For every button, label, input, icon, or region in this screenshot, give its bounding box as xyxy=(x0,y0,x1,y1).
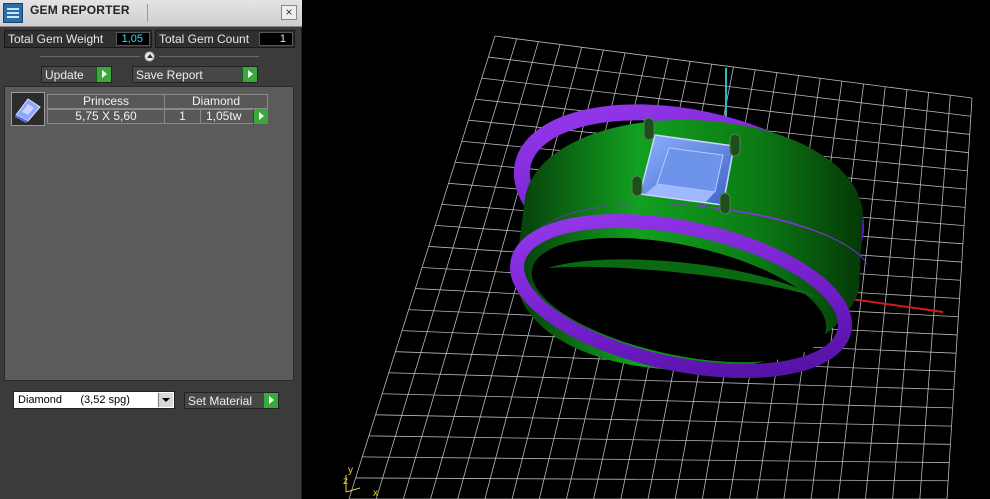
panel-titlebar: GEM REPORTER × xyxy=(0,0,302,27)
grid-line xyxy=(382,393,953,409)
grid-line xyxy=(865,89,908,499)
play-arrow-icon xyxy=(96,67,111,82)
grid-line xyxy=(368,435,951,445)
gizmo-x-label: x xyxy=(373,488,378,499)
set-material-button[interactable]: Set Material xyxy=(184,392,279,409)
gem-cut-cell: Princess xyxy=(47,94,165,109)
close-icon[interactable]: × xyxy=(281,5,297,20)
panel-title: GEM REPORTER xyxy=(30,3,130,17)
total-gem-weight-value: 1,05 xyxy=(116,32,150,46)
play-arrow-icon xyxy=(242,67,257,82)
gem-reporter-panel: GEM REPORTER × Total Gem Weight 1,05 Tot… xyxy=(0,0,302,499)
title-separator xyxy=(147,4,148,22)
viewport-canvas[interactable]: y z x xyxy=(303,0,990,499)
gem-material-cell: Diamond xyxy=(164,94,268,109)
gem-weight-value: 1,05tw xyxy=(206,109,242,123)
gem-weight-cell: 1,05tw xyxy=(200,109,268,124)
chevron-up-icon[interactable] xyxy=(144,51,155,62)
total-gem-count-label: Total Gem Count xyxy=(159,32,250,46)
play-arrow-icon[interactable] xyxy=(253,109,268,124)
prong xyxy=(719,192,731,215)
grid-line xyxy=(946,97,973,499)
play-arrow-icon xyxy=(263,393,278,408)
material-select-value: Diamond (3,52 spg) xyxy=(18,394,130,406)
gem-count-cell: 1 xyxy=(164,109,201,124)
prong xyxy=(631,175,643,197)
princess-gem-icon[interactable] xyxy=(11,92,45,126)
grid-line xyxy=(892,92,930,499)
gizmo-z-label: z xyxy=(343,476,348,487)
grid-line xyxy=(388,372,954,391)
gem-reporter-icon xyxy=(3,3,23,23)
prong xyxy=(729,133,741,157)
gem-list: Princess Diamond 5,75 X 5,60 1 1,05tw xyxy=(4,86,294,381)
save-report-button-label: Save Report xyxy=(136,68,203,82)
prong xyxy=(643,117,655,141)
update-button-label: Update xyxy=(45,68,84,82)
total-gem-count-box: Total Gem Count 1 xyxy=(155,30,295,48)
divider-left xyxy=(40,56,140,57)
material-select[interactable]: Diamond (3,52 spg) xyxy=(13,391,175,409)
3d-viewport[interactable]: y z x xyxy=(303,0,990,499)
total-gem-weight-box: Total Gem Weight 1,05 xyxy=(4,30,152,48)
grid-line xyxy=(919,95,951,499)
grid-line xyxy=(375,414,952,427)
gem-dimensions-cell: 5,75 X 5,60 xyxy=(47,109,165,124)
save-report-button[interactable]: Save Report xyxy=(132,66,258,83)
total-gem-count-value: 1 xyxy=(259,32,293,46)
axis-gizmo: y z x xyxy=(343,465,378,499)
divider-right xyxy=(159,56,259,57)
set-material-button-label: Set Material xyxy=(188,394,253,408)
chevron-down-icon[interactable] xyxy=(158,393,173,407)
gizmo-y-label: y xyxy=(348,465,353,476)
total-gem-weight-label: Total Gem Weight xyxy=(8,32,104,46)
update-button[interactable]: Update xyxy=(41,66,112,83)
